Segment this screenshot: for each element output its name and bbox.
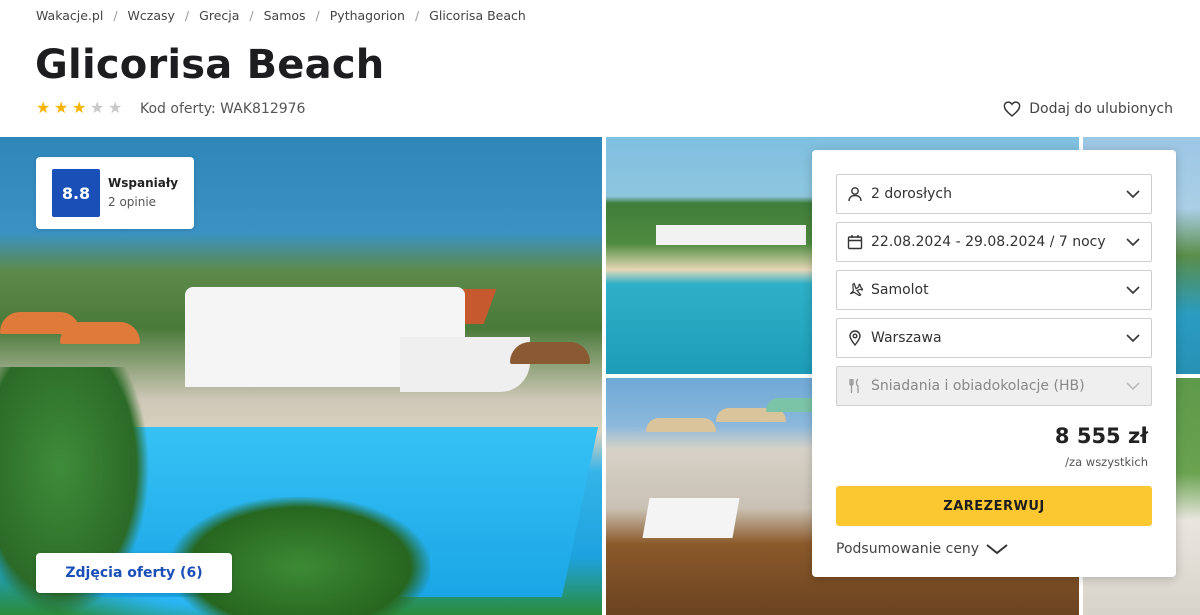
breadcrumb-item-wczasy[interactable]: Wczasy xyxy=(128,8,175,23)
building-shape xyxy=(400,337,530,392)
star-filled-icon: ★ xyxy=(72,98,87,117)
breadcrumb-separator: / xyxy=(315,7,320,23)
star-empty-icon: ★ xyxy=(90,98,105,117)
transport-select[interactable]: Samolot xyxy=(836,270,1152,310)
chevron-down-icon xyxy=(986,544,1008,555)
chevron-down-icon xyxy=(1126,334,1140,343)
chevron-down-icon xyxy=(1126,286,1140,295)
rating-count: 2 opinie xyxy=(108,195,157,209)
departure-select[interactable]: Warszawa xyxy=(836,318,1152,358)
photos-button[interactable]: Zdjęcia oferty (6) xyxy=(36,553,232,593)
chevron-down-icon xyxy=(1126,190,1140,199)
rating-score: 8.8 xyxy=(52,169,100,217)
plane-icon xyxy=(847,282,863,298)
breadcrumb-separator: / xyxy=(249,7,254,23)
board-select: Śniadania i obiadokolacje (HB) xyxy=(836,366,1152,406)
person-icon xyxy=(847,186,863,202)
star-filled-icon: ★ xyxy=(36,98,51,117)
dates-value: 22.08.2024 - 29.08.2024 / 7 nocy xyxy=(871,234,1106,250)
add-to-favorites-button[interactable]: Dodaj do ulubionych xyxy=(1003,101,1173,117)
board-value: Śniadania i obiadokolacje (HB) xyxy=(871,378,1085,394)
umbrella-shape xyxy=(510,342,590,364)
breadcrumb-separator: / xyxy=(414,7,420,23)
table-shape xyxy=(642,498,740,538)
breadcrumb-item-current: Glicorisa Beach xyxy=(429,7,526,23)
rating-label: Wspaniały xyxy=(108,176,179,190)
price-note: /za wszystkich xyxy=(1065,455,1148,469)
location-pin-icon xyxy=(847,330,863,346)
favorites-label: Dodaj do ulubionych xyxy=(1029,101,1173,117)
page-title: Glicorisa Beach xyxy=(35,42,385,88)
breadcrumb-item-grecja[interactable]: Grecja xyxy=(199,8,239,23)
chevron-down-icon xyxy=(1126,382,1140,391)
price-summary-label: Podsumowanie ceny xyxy=(836,541,980,557)
chevron-down-icon xyxy=(1126,238,1140,247)
offer-code: Kod oferty: WAK812976 xyxy=(140,101,306,117)
dates-select[interactable]: 22.08.2024 - 29.08.2024 / 7 nocy xyxy=(836,222,1152,262)
hotel-shape xyxy=(656,225,806,245)
travelers-value: 2 dorosłych xyxy=(871,186,952,202)
transport-value: Samolot xyxy=(871,282,929,298)
calendar-icon xyxy=(847,234,863,250)
price-summary-toggle[interactable]: Podsumowanie ceny xyxy=(836,541,1009,557)
booking-panel: 2 dorosłych 22.08.2024 - 29.08.2024 / 7 … xyxy=(812,150,1176,577)
breadcrumb-separator: / xyxy=(184,7,190,23)
heart-icon xyxy=(1003,101,1021,117)
breadcrumb-item-wakacje[interactable]: Wakacje.pl xyxy=(36,8,103,23)
star-filled-icon: ★ xyxy=(54,98,69,117)
star-rating: ★ ★ ★ ★ ★ xyxy=(36,98,123,117)
rating-card[interactable]: 8.8 Wspaniały 2 opinie xyxy=(36,157,194,229)
breadcrumb: Wakacje.pl / Wczasy / Grecja / Samos / P… xyxy=(36,6,526,24)
reserve-button[interactable]: ZAREZERWUJ xyxy=(836,486,1152,526)
umbrella-shape xyxy=(646,418,716,432)
star-empty-icon: ★ xyxy=(108,98,123,117)
total-price: 8 555 zł xyxy=(1054,424,1148,448)
departure-value: Warszawa xyxy=(871,330,942,346)
breadcrumb-item-samos[interactable]: Samos xyxy=(264,8,306,23)
umbrella-shape xyxy=(60,322,140,344)
breadcrumb-separator: / xyxy=(113,7,118,23)
travelers-select[interactable]: 2 dorosłych xyxy=(836,174,1152,214)
breadcrumb-item-pythagorion[interactable]: Pythagorion xyxy=(330,8,405,23)
cutlery-icon xyxy=(847,378,863,394)
